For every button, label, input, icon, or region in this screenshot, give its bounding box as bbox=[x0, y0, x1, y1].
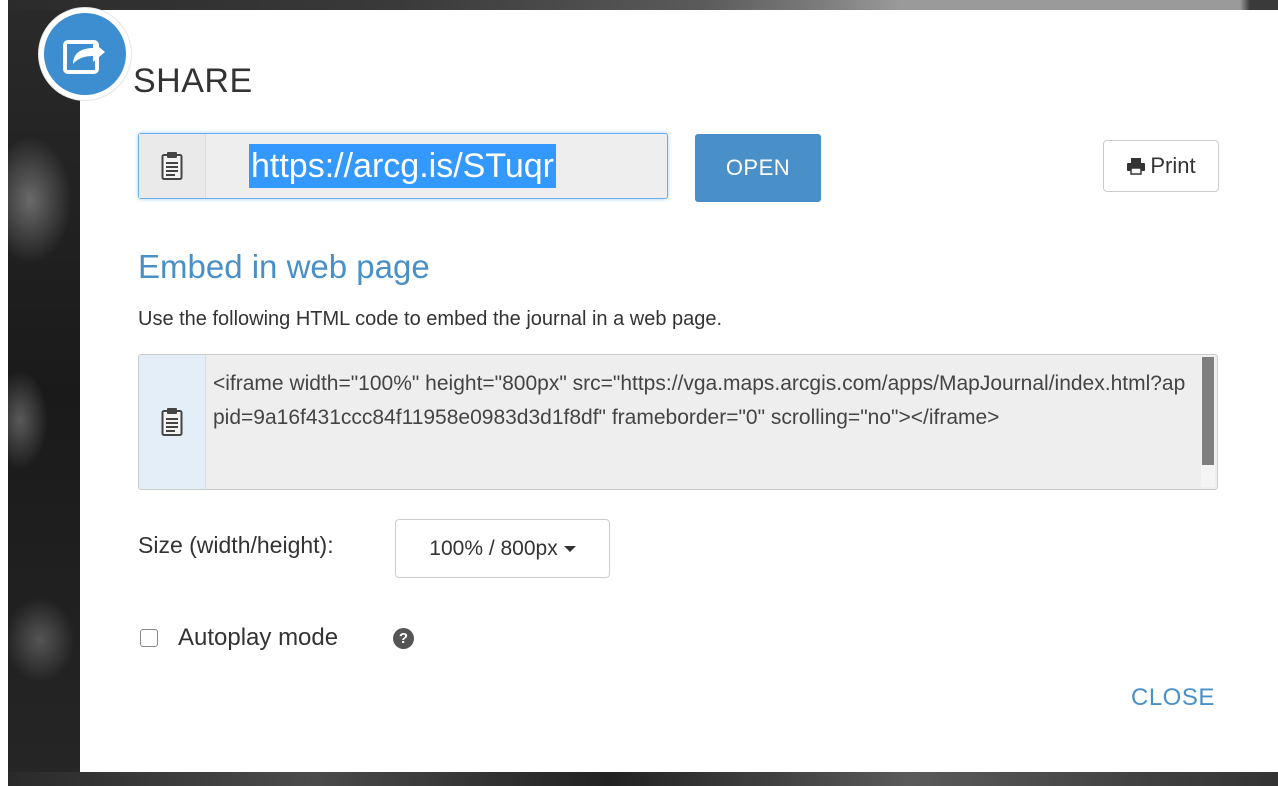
copy-embed-button[interactable] bbox=[139, 355, 206, 489]
clipboard-icon bbox=[161, 152, 183, 180]
printer-icon bbox=[1127, 158, 1146, 175]
print-label: Print bbox=[1150, 153, 1196, 178]
size-dropdown[interactable]: 100% / 800px bbox=[395, 519, 610, 578]
embed-scrollbar[interactable] bbox=[1201, 357, 1215, 487]
backdrop-top-edge bbox=[0, 0, 1278, 10]
clipboard-icon bbox=[161, 408, 183, 436]
embed-heading: Embed in web page bbox=[138, 248, 430, 285]
autoplay-label[interactable]: Autoplay mode bbox=[178, 624, 338, 652]
copy-link-button[interactable] bbox=[139, 134, 206, 198]
close-button[interactable]: CLOSE bbox=[1131, 684, 1215, 712]
share-icon bbox=[44, 13, 126, 95]
short-link-input[interactable]: https://arcg.is/STuqr bbox=[249, 144, 556, 188]
embed-code-textarea[interactable]: <iframe width="100%" height="800px" src=… bbox=[213, 367, 1193, 435]
share-badge bbox=[39, 8, 131, 100]
dialog-title: SHARE bbox=[133, 62, 253, 100]
size-selected-value: 100% / 800px bbox=[429, 536, 558, 560]
open-button[interactable]: OPEN bbox=[695, 134, 821, 202]
embed-code-field[interactable]: <iframe width="100%" height="800px" src=… bbox=[138, 354, 1218, 490]
short-link-field[interactable]: https://arcg.is/STuqr bbox=[138, 133, 668, 199]
backdrop-bottom-edge bbox=[8, 772, 1278, 786]
embed-scrollbar-thumb[interactable] bbox=[1202, 357, 1214, 465]
question-circle-icon[interactable]: ? bbox=[393, 628, 414, 649]
backdrop-left-edge bbox=[0, 0, 8, 786]
embed-description: Use the following HTML code to embed the… bbox=[138, 308, 723, 330]
print-button[interactable]: Print bbox=[1103, 140, 1219, 192]
caret-down-icon bbox=[563, 545, 576, 552]
size-label: Size (width/height): bbox=[138, 532, 334, 558]
autoplay-checkbox[interactable] bbox=[140, 629, 158, 647]
